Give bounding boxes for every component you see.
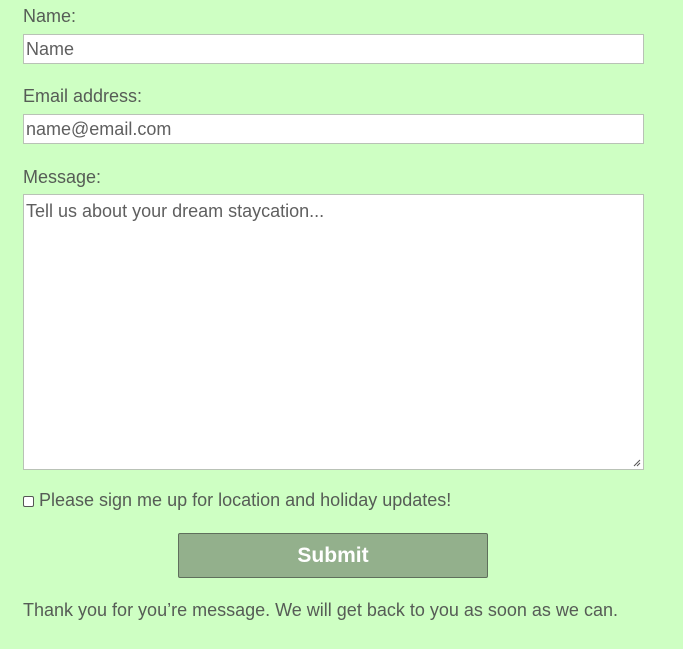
email-input[interactable]: name@email.com (23, 114, 644, 144)
email-label: Email address: (23, 86, 143, 106)
name-label: Name: (23, 6, 77, 26)
name-input[interactable]: Name (23, 34, 644, 64)
signup-label: Please sign me up for location and holid… (39, 490, 452, 510)
signup-checkbox[interactable] (23, 496, 34, 507)
signup-checkbox-row[interactable]: Please sign me up for location and holid… (23, 490, 451, 511)
message-text: Tell us about your dream staycation... (26, 201, 325, 221)
thank-you-message: Thank you for you’re message. We will ge… (23, 600, 618, 620)
resize-handle-icon[interactable] (633, 459, 641, 467)
submit-button[interactable]: Submit (178, 533, 488, 578)
contact-form: Name: Name Email address: name@email.com… (0, 0, 683, 649)
message-label: Message: (23, 167, 102, 187)
message-textarea[interactable]: Tell us about your dream staycation... (23, 194, 644, 470)
